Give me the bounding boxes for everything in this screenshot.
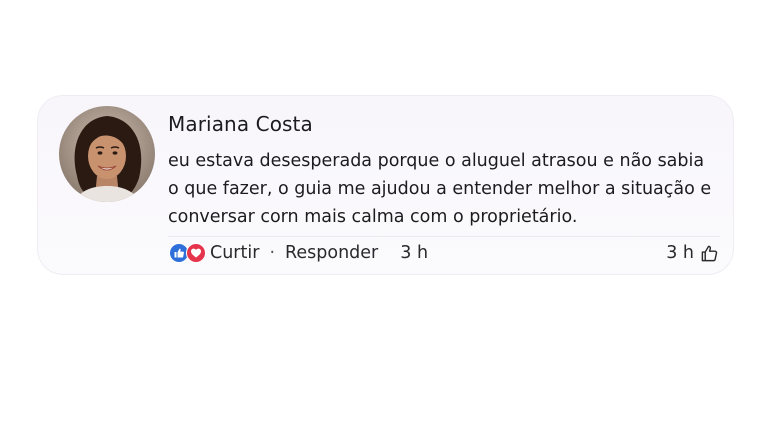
reply-button[interactable]: Responder <box>285 243 378 263</box>
separator-dot: · <box>269 243 276 263</box>
love-reaction-icon <box>186 243 206 263</box>
divider <box>168 236 720 237</box>
avatar-image <box>59 106 155 202</box>
comment-author[interactable]: Mariana Costa <box>168 112 313 136</box>
comment-card: Mariana Costa eu estava desesperada porq… <box>37 95 734 275</box>
comment-right-meta: 3 h <box>666 241 719 265</box>
comment-text: eu estava desesperada porque o aluguel a… <box>168 151 712 227</box>
comment-actions: Curtir · Responder 3 h <box>169 241 428 265</box>
comment-timestamp-right: 3 h <box>666 243 694 263</box>
thumbs-up-icon[interactable] <box>700 244 719 263</box>
comment-timestamp[interactable]: 3 h <box>400 243 428 263</box>
like-button[interactable]: Curtir <box>210 243 259 263</box>
avatar[interactable] <box>59 106 155 202</box>
